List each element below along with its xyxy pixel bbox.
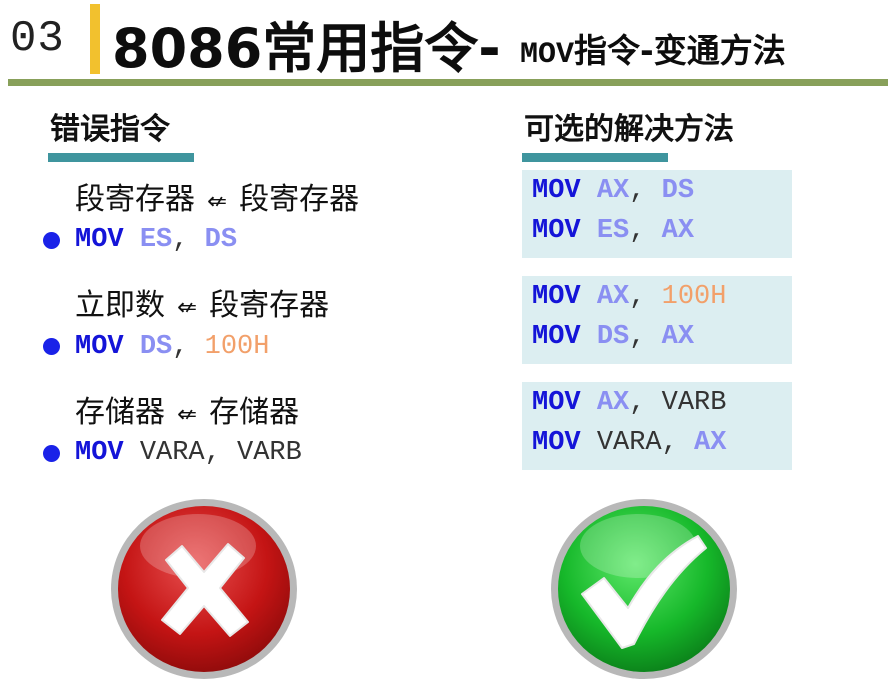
comma: , <box>172 332 189 362</box>
destination-operand: DS <box>139 332 173 362</box>
header-divider <box>8 79 888 86</box>
operand-type-b: 存储器 <box>209 395 300 430</box>
wrong-heading-underline <box>48 153 194 162</box>
comma: , <box>629 388 646 418</box>
comma: , <box>629 176 646 206</box>
destination-operand: DS <box>596 322 630 352</box>
red-cross-icon <box>111 499 297 679</box>
not-allowed-icon: ⇍ <box>177 400 198 428</box>
wrong-item-description: 存储器 ⇍ 存储器 <box>75 387 299 431</box>
comma: , <box>661 428 678 458</box>
operand-type-a: 存储器 <box>75 395 165 430</box>
source-operand: 100H <box>661 282 727 312</box>
source-operand: DS <box>204 225 238 255</box>
solution-box: MOV AX, VARB MOV VARA, AX <box>522 382 792 470</box>
opcode: MOV <box>532 176 581 206</box>
comma: , <box>172 225 189 255</box>
page-subtitle: MOV指令-变通方法 <box>520 24 786 72</box>
not-allowed-icon: ⇍ <box>207 187 228 215</box>
solution-line: MOV AX, DS <box>532 176 694 206</box>
solution-line: MOV AX, VARB <box>532 388 726 418</box>
opcode: MOV <box>75 438 124 468</box>
destination-operand: VARA <box>139 438 205 468</box>
title-accent-bar <box>90 4 100 74</box>
title-separator: - <box>478 17 501 80</box>
opcode: MOV <box>532 388 581 418</box>
operand-type-a: 立即数 <box>75 288 165 323</box>
solutions-heading-underline <box>522 153 668 162</box>
destination-operand: ES <box>596 216 630 246</box>
comma: , <box>204 438 221 468</box>
bullet-icon <box>43 445 60 462</box>
comma: , <box>629 216 646 246</box>
opcode: MOV <box>532 322 581 352</box>
source-operand: 100H <box>204 332 270 362</box>
page-title: 8086常用指令- <box>112 4 501 83</box>
bullet-icon <box>43 338 60 355</box>
wrong-instruction: MOV DS, 100H <box>75 332 269 362</box>
subtitle-text: 指令-变通方法 <box>574 31 786 70</box>
green-check-icon <box>551 499 737 679</box>
wrong-instruction: MOV VARA, VARB <box>75 438 302 468</box>
destination-operand: AX <box>596 388 630 418</box>
opcode: MOV <box>75 225 124 255</box>
title-text: 8086常用指令 <box>112 17 479 80</box>
opcode: MOV <box>532 216 581 246</box>
source-operand: VARB <box>237 438 302 468</box>
opcode: MOV <box>75 332 124 362</box>
solution-box: MOV AX, DS MOV ES, AX <box>522 170 792 258</box>
opcode: MOV <box>532 428 581 458</box>
not-allowed-icon: ⇍ <box>177 293 198 321</box>
operand-type-a: 段寄存器 <box>75 182 195 217</box>
solution-line: MOV VARA, AX <box>532 428 726 458</box>
wrong-item-description: 段寄存器 ⇍ 段寄存器 <box>75 174 359 218</box>
opcode: MOV <box>532 282 581 312</box>
bullet-icon <box>43 232 60 249</box>
operand-type-b: 段寄存器 <box>209 288 330 323</box>
solutions-heading: 可选的解决方法 <box>524 112 734 147</box>
solution-line: MOV DS, AX <box>532 322 694 352</box>
destination-operand: VARA <box>596 428 662 458</box>
operand-type-b: 段寄存器 <box>239 182 360 217</box>
source-operand: AX <box>694 428 727 458</box>
section-number: 03 <box>10 14 65 64</box>
comma: , <box>629 282 646 312</box>
subtitle-code: MOV <box>520 38 575 72</box>
source-operand: AX <box>661 322 695 352</box>
wrong-item-description: 立即数 ⇍ 段寄存器 <box>75 280 329 324</box>
source-operand: DS <box>661 176 695 206</box>
destination-operand: AX <box>596 176 630 206</box>
destination-operand: AX <box>596 282 630 312</box>
source-operand: VARB <box>661 388 727 418</box>
solution-line: MOV AX, 100H <box>532 282 726 312</box>
source-operand: AX <box>661 216 695 246</box>
destination-operand: ES <box>139 225 173 255</box>
solution-box: MOV AX, 100H MOV DS, AX <box>522 276 792 364</box>
wrong-instruction: MOV ES, DS <box>75 225 237 255</box>
solution-line: MOV ES, AX <box>532 216 694 246</box>
comma: , <box>629 322 646 352</box>
wrong-instructions-heading: 错误指令 <box>50 112 170 147</box>
